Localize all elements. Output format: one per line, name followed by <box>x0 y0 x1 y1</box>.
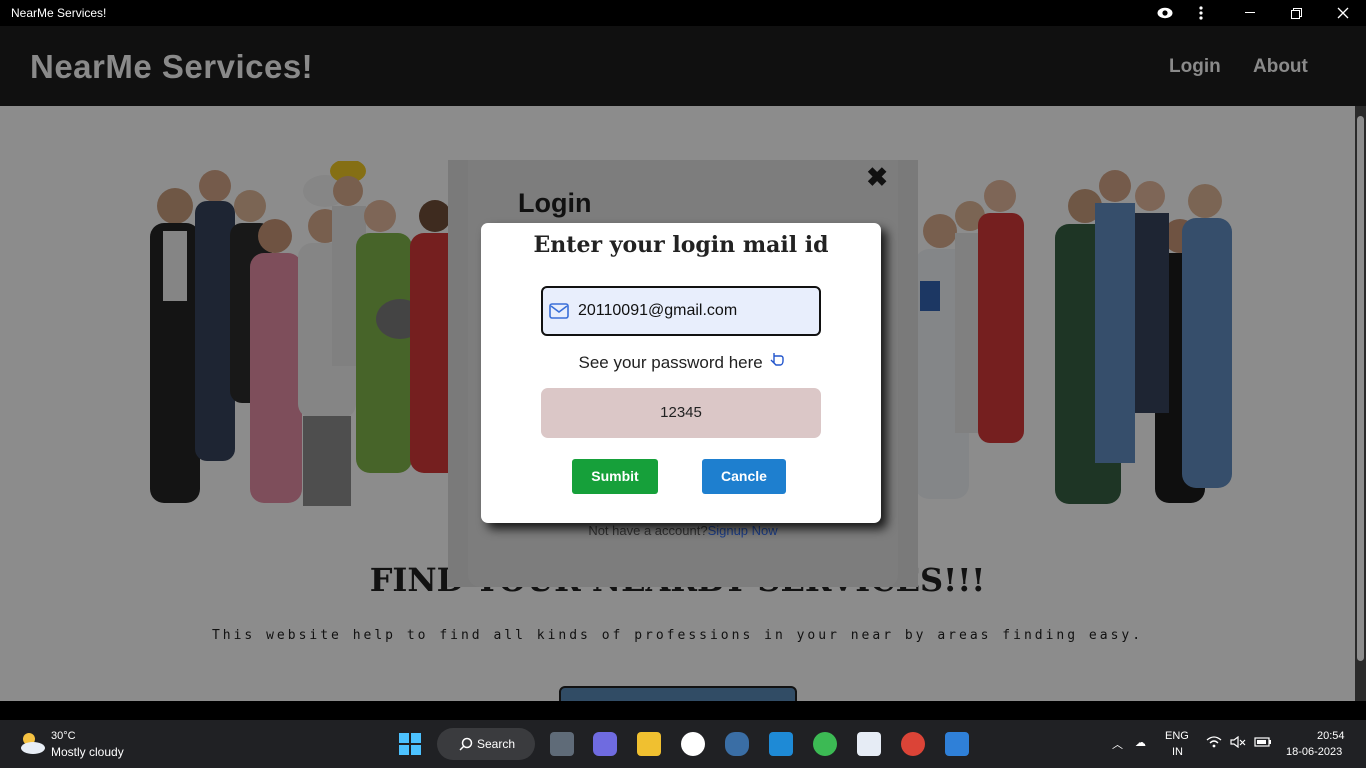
weather-temperature: 30°C <box>51 730 76 742</box>
weather-condition: Mostly cloudy <box>51 745 124 759</box>
windows-taskbar: 30°C Mostly cloudy Search ︿ ☁ ENG IN 20:… <box>0 720 1366 768</box>
restore-button[interactable] <box>1273 0 1319 26</box>
dialog-heading: Enter your login mail id <box>533 232 829 258</box>
file-explorer-icon[interactable] <box>637 732 661 756</box>
onedrive-cloud-icon[interactable]: ☁ <box>1135 736 1146 749</box>
search-label: Search <box>477 737 516 751</box>
see-password-label: See your password here <box>481 352 881 375</box>
nearme-app-icon[interactable] <box>857 732 881 756</box>
signup-prompt: Not have a account?Signup Now <box>448 523 918 538</box>
chrome-profile-icon[interactable] <box>813 732 837 756</box>
window-titlebar: NearMe Services! <box>0 0 1366 26</box>
more-options-icon[interactable] <box>1178 0 1224 26</box>
language-top[interactable]: ENG <box>1165 730 1189 742</box>
mail-icon <box>549 303 569 319</box>
chrome-icon[interactable] <box>901 732 925 756</box>
submit-button[interactable]: Sumbit <box>572 459 658 494</box>
taskbar-search[interactable]: Search <box>437 728 535 760</box>
postgresql-icon[interactable] <box>725 732 749 756</box>
close-window-button[interactable] <box>1320 0 1366 26</box>
edge-browser-icon[interactable] <box>681 732 705 756</box>
window-title: NearMe Services! <box>11 6 107 20</box>
email-field[interactable]: 20110091@gmail.com <box>541 286 821 336</box>
nav-about-link[interactable]: About <box>1253 56 1308 78</box>
page-scrollbar[interactable] <box>1355 106 1366 701</box>
clock-date[interactable]: 18-06-2023 <box>1286 746 1342 758</box>
wifi-icon[interactable] <box>1206 736 1222 751</box>
chevron-up-icon[interactable]: ︿ <box>1112 736 1123 752</box>
task-view-icon[interactable] <box>550 732 574 756</box>
signup-link[interactable]: Signup Now <box>708 523 778 538</box>
pointing-down-icon <box>768 352 784 375</box>
site-brand[interactable]: NearMe Services! <box>30 48 313 86</box>
battery-icon[interactable] <box>1254 736 1272 751</box>
close-icon[interactable]: ✖ <box>866 162 888 193</box>
vscode-icon[interactable] <box>769 732 793 756</box>
cloudy-weather-icon <box>21 733 45 754</box>
photos-icon[interactable] <box>945 732 969 756</box>
cancel-button[interactable]: Cancle <box>702 459 786 494</box>
minimize-button[interactable] <box>1227 0 1273 26</box>
email-value: 20110091@gmail.com <box>578 302 738 319</box>
search-icon <box>459 737 473 751</box>
teams-chat-icon[interactable] <box>593 732 617 756</box>
windows-start-icon[interactable] <box>398 732 422 756</box>
password-dialog: Enter your login mail id 20110091@gmail.… <box>481 223 881 523</box>
clock-time[interactable]: 20:54 <box>1317 730 1345 742</box>
password-display: 12345 <box>541 388 821 438</box>
nav-login-link[interactable]: Login <box>1169 56 1221 78</box>
scrollbar-thumb[interactable] <box>1357 116 1364 661</box>
signup-text: Not have a account? <box>588 523 708 538</box>
language-bottom[interactable]: IN <box>1172 746 1183 758</box>
site-navbar: NearMe Services! Login About <box>0 26 1366 106</box>
login-modal-heading: Login <box>518 188 592 218</box>
volume-muted-icon[interactable] <box>1230 735 1246 751</box>
